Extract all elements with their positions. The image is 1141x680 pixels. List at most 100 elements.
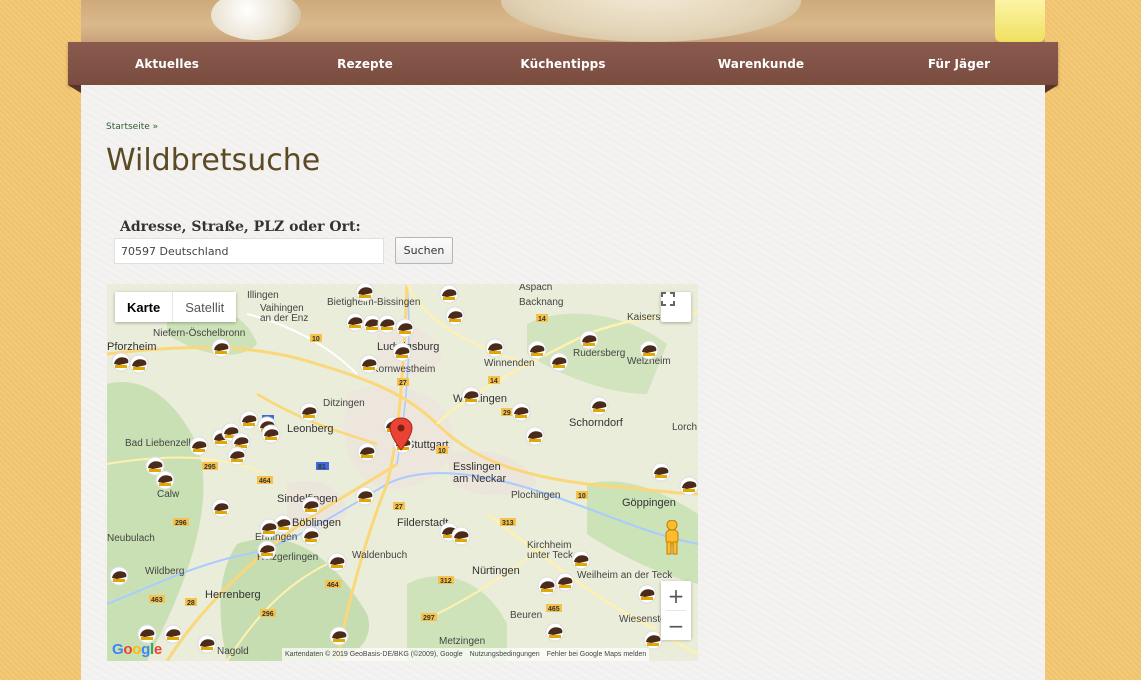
- wildbret-marker-icon[interactable]: [329, 626, 349, 646]
- wildbret-marker-icon[interactable]: [211, 498, 231, 518]
- svg-text:Calw: Calw: [157, 489, 180, 500]
- wildbret-marker-icon[interactable]: [549, 352, 569, 372]
- wildbret-marker-icon[interactable]: [461, 386, 481, 406]
- header-banner: [81, 0, 1045, 42]
- wildbret-marker-icon[interactable]: [579, 330, 599, 350]
- svg-text:14: 14: [538, 316, 546, 323]
- svg-text:Ditzingen: Ditzingen: [323, 398, 365, 409]
- page-title: Wildbretsuche: [106, 143, 321, 178]
- wildbret-marker-icon[interactable]: [357, 442, 377, 462]
- search-button[interactable]: Suchen: [395, 237, 453, 264]
- svg-text:28: 28: [187, 600, 195, 607]
- map-canvas[interactable]: Bietigheim-Bissingen Backnang Vaihingen …: [107, 284, 698, 661]
- address-input[interactable]: [114, 238, 384, 264]
- svg-text:297: 297: [423, 615, 435, 622]
- svg-text:Waldenbuch: Waldenbuch: [352, 550, 407, 561]
- nav-item-aktuelles[interactable]: Aktuelles: [68, 57, 266, 71]
- svg-text:Göppingen: Göppingen: [622, 497, 676, 509]
- svg-text:Neubulach: Neubulach: [107, 533, 155, 544]
- bowl-image: [501, 0, 801, 42]
- search-label: Adresse, Straße, PLZ oder Ort:: [120, 219, 361, 235]
- wildbret-marker-icon[interactable]: [571, 550, 591, 570]
- svg-text:Schorndorf: Schorndorf: [569, 417, 624, 429]
- wildbret-marker-icon[interactable]: [301, 496, 321, 516]
- svg-text:Kornwestheim: Kornwestheim: [372, 364, 435, 375]
- svg-text:unter Teck: unter Teck: [527, 550, 574, 561]
- map-attribution: Kartendaten © 2019 GeoBasis-DE/BKG (©200…: [285, 651, 463, 658]
- wildbret-marker-icon[interactable]: [327, 552, 347, 572]
- wildbret-marker-icon[interactable]: [485, 338, 505, 358]
- wildbret-marker-icon[interactable]: [189, 436, 209, 456]
- wildbret-marker-icon[interactable]: [155, 470, 175, 490]
- wildbret-marker-icon[interactable]: [299, 402, 319, 422]
- wildbret-marker-icon[interactable]: [227, 446, 247, 466]
- wildbret-marker-icon[interactable]: [525, 426, 545, 446]
- main-navigation: Aktuelles Rezepte Küchentipps Warenkunde…: [68, 42, 1058, 93]
- wildbret-marker-icon[interactable]: [111, 352, 131, 372]
- wildbret-marker-icon[interactable]: [211, 338, 231, 358]
- wildbret-marker-icon[interactable]: [345, 312, 365, 332]
- svg-text:Plochingen: Plochingen: [511, 490, 560, 501]
- wildbret-marker-icon[interactable]: [355, 486, 375, 506]
- svg-text:464: 464: [327, 582, 339, 589]
- svg-text:Bad Liebenzell: Bad Liebenzell: [125, 438, 191, 449]
- wildbret-marker-icon[interactable]: [392, 342, 412, 362]
- map-type-karte-button[interactable]: Karte: [115, 292, 173, 322]
- svg-text:Filderstadt: Filderstadt: [397, 517, 448, 529]
- wildbret-marker-icon[interactable]: [395, 318, 415, 338]
- content-panel: Startseite » Wildbretsuche Adresse, Stra…: [81, 85, 1045, 680]
- wildbret-marker-icon[interactable]: [259, 518, 279, 538]
- wildbret-marker-icon[interactable]: [301, 526, 321, 546]
- wildbret-marker-icon[interactable]: [355, 284, 375, 302]
- map-type-satellit-button[interactable]: Satellit: [173, 292, 237, 322]
- wildbret-marker-icon[interactable]: [537, 576, 557, 596]
- pegman-icon: [665, 520, 679, 555]
- breadcrumb[interactable]: Startseite »: [106, 122, 158, 132]
- nav-item-kuechentipps[interactable]: Küchentipps: [464, 57, 662, 71]
- wildbret-marker-icon[interactable]: [639, 340, 659, 360]
- fullscreen-button[interactable]: [661, 292, 691, 322]
- svg-text:an der Enz: an der Enz: [260, 313, 308, 324]
- wildbret-marker-icon[interactable]: [527, 340, 547, 360]
- wildbret-marker-icon[interactable]: [651, 462, 671, 482]
- nav-item-rezepte[interactable]: Rezepte: [266, 57, 464, 71]
- wildbret-marker-icon[interactable]: [129, 354, 149, 374]
- svg-text:Niefern-Öschelbronn: Niefern-Öschelbronn: [153, 327, 245, 339]
- svg-text:Beuren: Beuren: [510, 610, 542, 621]
- wildbret-marker-icon[interactable]: [239, 410, 259, 430]
- svg-text:464: 464: [259, 478, 271, 485]
- nav-item-warenkunde[interactable]: Warenkunde: [662, 57, 860, 71]
- wildbret-marker-icon[interactable]: [679, 476, 698, 496]
- wildbret-marker-icon[interactable]: [545, 622, 565, 642]
- wildbret-marker-icon[interactable]: [589, 396, 609, 416]
- wildbret-marker-icon[interactable]: [163, 624, 183, 644]
- wildbret-marker-icon[interactable]: [511, 402, 531, 422]
- google-logo[interactable]: Google: [112, 641, 162, 658]
- report-error-link[interactable]: Fehler bei Google Maps melden: [547, 651, 647, 658]
- svg-text:29: 29: [503, 410, 511, 417]
- wildbret-marker-icon[interactable]: [109, 566, 129, 586]
- wildbret-marker-icon[interactable]: [197, 634, 217, 654]
- wildbret-marker-icon[interactable]: [377, 314, 397, 334]
- map[interactable]: Bietigheim-Bissingen Backnang Vaihingen …: [107, 284, 698, 661]
- wildbret-marker-icon[interactable]: [257, 540, 277, 560]
- nav-item-fuer-jaeger[interactable]: Für Jäger: [860, 57, 1058, 71]
- svg-text:81: 81: [318, 464, 326, 471]
- svg-text:Wildberg: Wildberg: [145, 566, 184, 577]
- svg-text:Lorch: Lorch: [672, 422, 697, 433]
- wildbret-marker-icon[interactable]: [451, 526, 471, 546]
- wildbret-marker-icon[interactable]: [555, 572, 575, 592]
- svg-text:Weilheim an der Teck: Weilheim an der Teck: [577, 570, 673, 581]
- svg-text:465: 465: [548, 606, 560, 613]
- svg-text:Nagold: Nagold: [217, 646, 249, 657]
- wildbret-marker-icon[interactable]: [445, 306, 465, 326]
- wildbret-marker-icon[interactable]: [359, 354, 379, 374]
- wildbret-marker-icon[interactable]: [643, 630, 663, 650]
- wildbret-marker-icon[interactable]: [637, 584, 657, 604]
- terms-link[interactable]: Nutzungsbedingungen: [470, 651, 540, 658]
- zoom-in-button[interactable]: +: [661, 581, 691, 610]
- street-view-pegman[interactable]: [661, 520, 691, 560]
- wildbret-marker-icon[interactable]: [261, 424, 281, 444]
- zoom-out-button[interactable]: −: [661, 611, 691, 640]
- wildbret-marker-icon[interactable]: [439, 284, 459, 304]
